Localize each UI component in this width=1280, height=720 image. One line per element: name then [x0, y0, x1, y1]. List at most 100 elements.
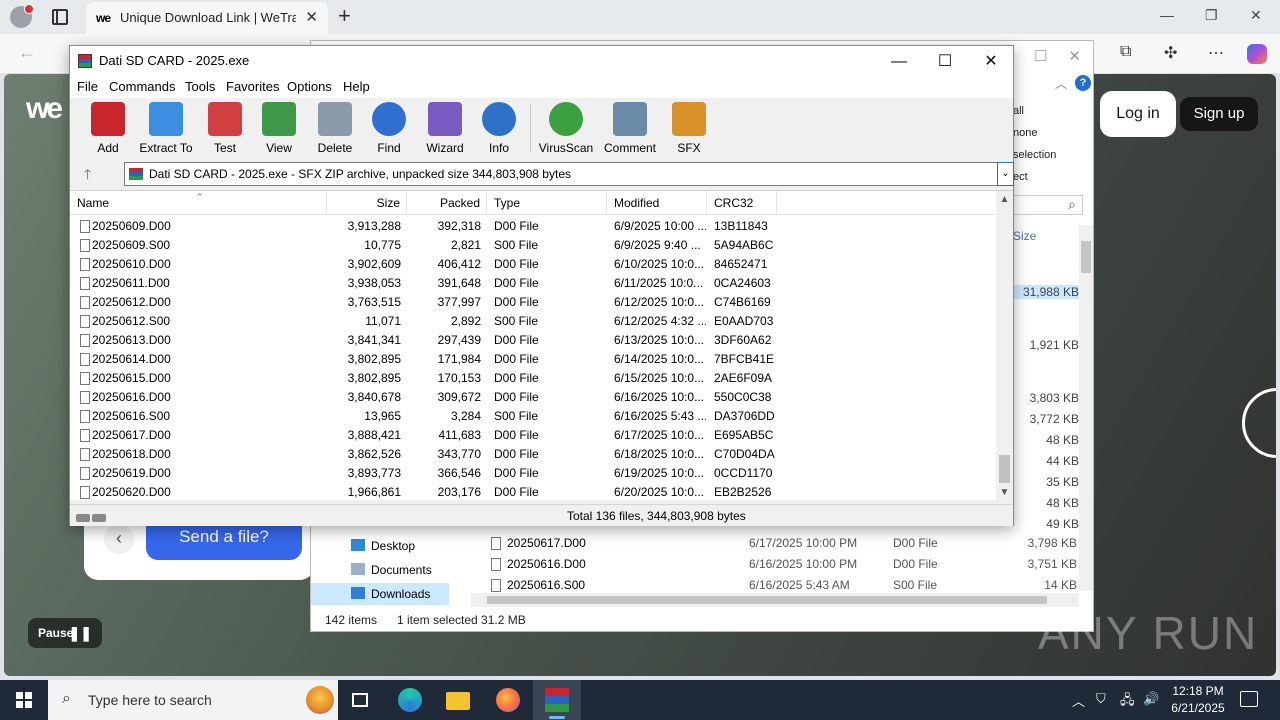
nav-item-desktop[interactable]: Desktop	[351, 539, 415, 553]
tray-overflow-icon[interactable]: ︿	[1072, 691, 1085, 710]
column-header-name[interactable]: Name ⌃	[70, 191, 327, 215]
drive-icon[interactable]	[76, 511, 108, 522]
profile-avatar-icon[interactable]	[10, 4, 34, 28]
windows-start-icon[interactable]	[16, 692, 32, 708]
table-row[interactable]: 20250616.D00 3,840,678 309,672 D00 File 6/16…	[70, 388, 996, 407]
copilot-icon[interactable]	[1247, 44, 1267, 64]
tab-actions-icon[interactable]	[52, 9, 68, 25]
select-none-item[interactable]: none	[1013, 127, 1037, 139]
table-row[interactable]: 20250613.D00 3,841,341 297,439 D00 File 6/13…	[70, 331, 996, 350]
browser-close-icon[interactable]: ✕	[1250, 7, 1262, 24]
winrar-taskbar-button[interactable]	[533, 680, 581, 720]
pause-button[interactable]: Pause	[28, 618, 102, 648]
table-row[interactable]: 20250612.S00 11,071 2,892 S00 File 6/12/2025…	[70, 312, 996, 331]
menu-commands[interactable]: Commands	[109, 79, 175, 94]
table-row[interactable]: 20250609.D00 3,913,288 392,318 D00 File 6/9/…	[70, 217, 996, 236]
browser-tab-active[interactable]: we Unique Download Link | WeTransf ✕	[86, 2, 328, 34]
info-button[interactable]: Info	[468, 102, 530, 158]
size-column-header[interactable]: Size	[1013, 229, 1036, 243]
find-button[interactable]: Find	[358, 102, 420, 158]
menu-file[interactable]: File	[77, 79, 98, 94]
play-icon[interactable]	[1242, 388, 1276, 458]
close-icon[interactable]: ✕	[968, 49, 1014, 75]
size-value: 1,921 KB	[1029, 338, 1079, 352]
browser-restore-icon[interactable]: ❐	[1205, 7, 1218, 24]
volume-icon[interactable]: 🔊	[1143, 691, 1159, 707]
explorer-search-input[interactable]	[1013, 195, 1083, 215]
table-row[interactable]: 20250616.S00 13,965 3,284 S00 File 6/16/2025…	[70, 407, 996, 426]
scroll-thumb[interactable]	[999, 455, 1010, 483]
cell-crc: 13B11843	[714, 219, 768, 233]
menu-help[interactable]: Help	[343, 79, 370, 94]
explorer-horizontal-scrollbar[interactable]	[471, 593, 1079, 607]
maximize-icon[interactable]: ☐	[922, 49, 968, 75]
list-scrollbar[interactable]: ▲ ▼	[996, 191, 1013, 501]
extensions-icon[interactable]: ✣	[1164, 43, 1177, 63]
table-row[interactable]: 20250611.D00 3,938,053 391,648 D00 File 6/11…	[70, 274, 996, 293]
column-header-packed[interactable]: Packed	[407, 191, 487, 215]
extract-to-button[interactable]: Extract To	[135, 102, 197, 158]
up-arrow-icon[interactable]: 🡑	[84, 164, 91, 188]
select-item[interactable]: ect	[1013, 171, 1028, 183]
new-tab-icon[interactable]: +	[338, 3, 351, 29]
column-header-modified[interactable]: Modified	[607, 191, 707, 215]
table-row[interactable]: 20250610.D00 3,902,609 406,412 D00 File 6/10…	[70, 255, 996, 274]
column-header-type[interactable]: Type	[487, 191, 607, 215]
tab-close-icon[interactable]: ✕	[305, 8, 318, 26]
table-row[interactable]: 20250612.D00 3,763,515 377,997 D00 File 6/12…	[70, 293, 996, 312]
taskbar-search-box[interactable]: ⌕ Type here to search	[48, 680, 338, 720]
table-row[interactable]: 20250618.D00 3,862,526 343,770 D00 File 6/18…	[70, 445, 996, 464]
login-button[interactable]: Log in	[1100, 91, 1176, 137]
invert-selection-item[interactable]: selection	[1013, 149, 1056, 161]
scroll-up-icon[interactable]: ▲	[996, 191, 1013, 208]
minimize-icon[interactable]: —	[876, 49, 922, 75]
collections-icon[interactable]: ⧉	[1120, 43, 1131, 61]
column-header-crc32[interactable]: CRC32	[707, 191, 777, 215]
menu-tools[interactable]: Tools	[185, 79, 215, 94]
winrar-title-bar[interactable]: Dati SD CARD - 2025.exe — ☐ ✕	[70, 46, 1013, 76]
comment-button[interactable]: Comment	[599, 102, 661, 158]
taskbar-clock[interactable]: 12:18 PM 6/21/2025	[1168, 683, 1228, 717]
more-icon[interactable]: ⋯	[1208, 43, 1224, 63]
table-row[interactable]: 20250619.D00 3,893,773 366,546 D00 File 6/19…	[70, 464, 996, 483]
help-icon[interactable]: ?	[1075, 75, 1091, 91]
virusscan-button[interactable]: VirusScan	[535, 102, 597, 158]
notification-icon[interactable]	[1240, 691, 1258, 707]
list-item[interactable]: 20250616.D00 6/16/2025 10:00 PM D00 File…	[487, 554, 1087, 574]
edge-taskbar-button[interactable]	[386, 680, 434, 720]
list-item[interactable]: 20250616.S00 6/16/2025 5:43 AM S00 File …	[487, 575, 1087, 595]
browser-minimize-icon[interactable]: —	[1160, 7, 1174, 23]
table-row[interactable]: 20250609.S00 10,775 2,821 S00 File 6/9/2025 …	[70, 236, 996, 255]
table-row[interactable]: 20250617.D00 3,888,421 411,683 D00 File 6/17…	[70, 426, 996, 445]
view-button[interactable]: View	[248, 102, 310, 158]
wizard-button[interactable]: Wizard	[414, 102, 476, 158]
table-row[interactable]: 20250615.D00 3,802,895 170,153 D00 File 6/15…	[70, 369, 996, 388]
add-button[interactable]: Add	[77, 102, 139, 158]
table-row[interactable]: 20250614.D00 3,802,895 171,984 D00 File 6/14…	[70, 350, 996, 369]
network-icon[interactable]: 🖧	[1120, 691, 1135, 713]
tray-app-icon[interactable]: ⛉	[1096, 691, 1106, 707]
wetransfer-logo[interactable]: we	[26, 92, 63, 126]
back-icon[interactable]: ←	[18, 42, 36, 63]
list-item[interactable]: 20250617.D00 6/17/2025 10:00 PM D00 File…	[487, 533, 1087, 553]
ribbon-collapse-icon[interactable]: ︿	[1055, 75, 1067, 92]
column-header-size[interactable]: Size	[327, 191, 407, 215]
explorer-window-controls[interactable]: ☐ ✕	[1034, 47, 1081, 65]
menu-favorites[interactable]: Favorites	[226, 79, 279, 94]
menu-options[interactable]: Options	[287, 79, 332, 94]
nav-item-downloads[interactable]: Downloads	[311, 583, 449, 605]
test-button[interactable]: Test	[194, 102, 256, 158]
select-all-item[interactable]: all	[1013, 105, 1024, 117]
scroll-down-icon[interactable]: ▼	[996, 484, 1013, 501]
delete-button[interactable]: Delete	[304, 102, 366, 158]
chevron-left-icon[interactable]: ‹	[104, 524, 134, 554]
archive-path-field[interactable]: Dati SD CARD - 2025.exe - SFX ZIP archiv…	[124, 162, 998, 186]
chevron-down-icon[interactable]: ⌄	[997, 162, 1014, 186]
task-view-button[interactable]	[336, 680, 384, 720]
sfx-button[interactable]: SFX	[658, 102, 720, 158]
explorer-taskbar-button[interactable]	[434, 680, 482, 720]
table-row[interactable]: 20250620.D00 1,966,861 203,176 D00 File 6/20…	[70, 483, 996, 502]
signup-button[interactable]: Sign up	[1180, 97, 1258, 131]
nav-item-documents[interactable]: Documents	[351, 563, 432, 577]
firefox-taskbar-button[interactable]	[484, 680, 532, 720]
